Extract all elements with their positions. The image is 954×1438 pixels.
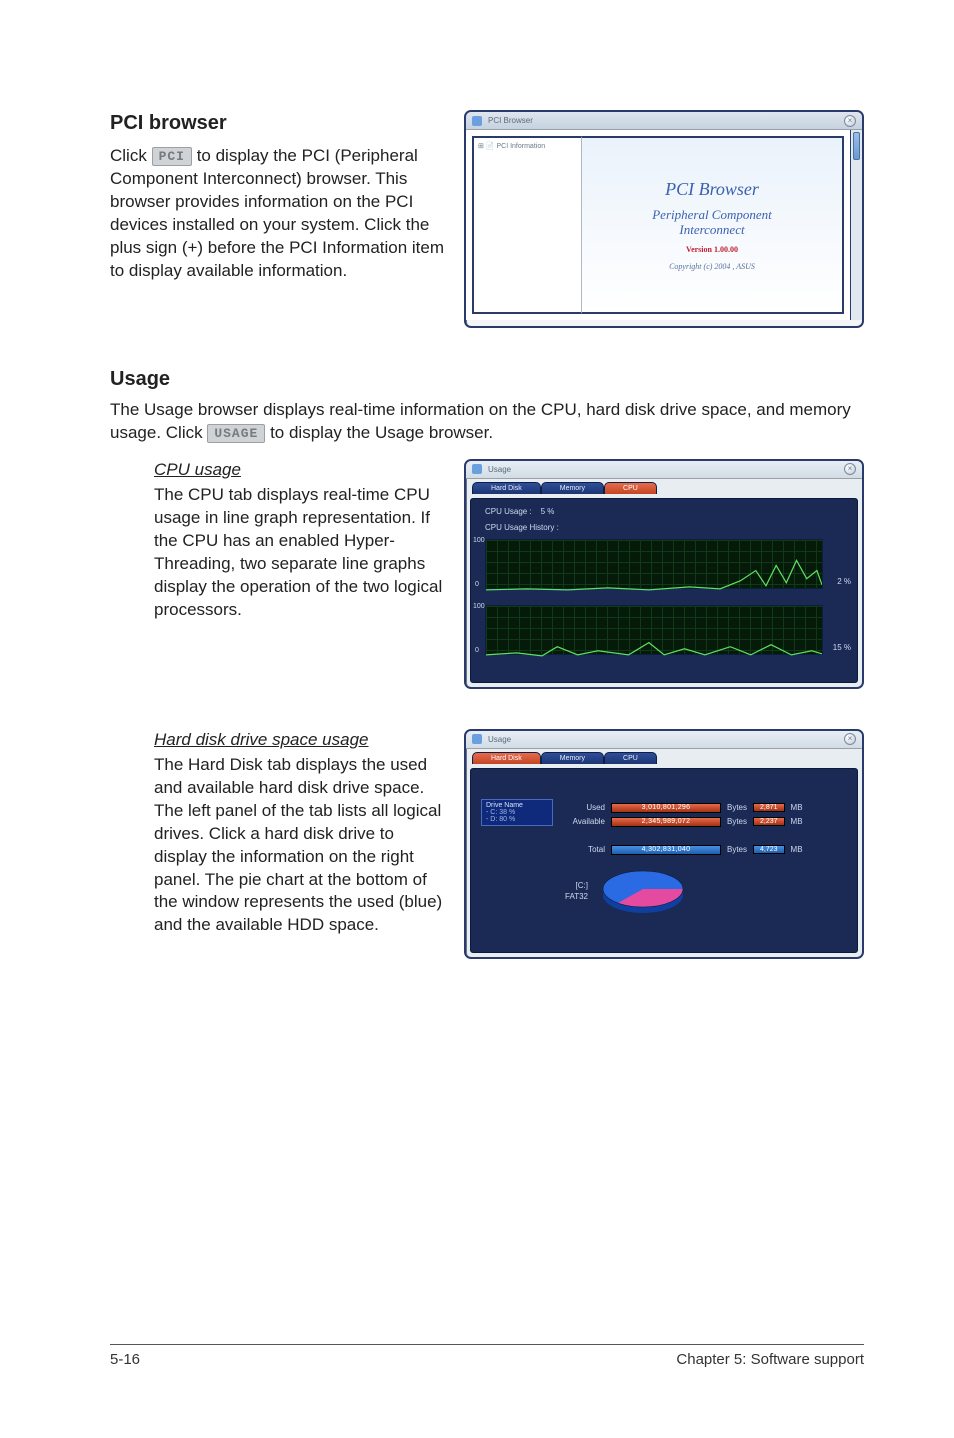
usage-para-post: to display the Usage browser. [270, 423, 493, 442]
drive-d[interactable]: - D: 80 % [486, 816, 548, 823]
window-dots [466, 957, 862, 959]
app-icon [472, 464, 482, 474]
drive-header: Drive Name [486, 802, 548, 809]
used-label: Used [565, 803, 605, 812]
cpu-pct-2: 15 % [833, 643, 851, 652]
hdd-subheading: Hard disk drive space usage [154, 729, 446, 752]
app-icon [472, 734, 482, 744]
cpu-usage-label: CPU Usage : 5 % [485, 507, 554, 516]
pie-labels: [C:] FAT32 [565, 880, 588, 902]
total-tag: 4,723 [753, 845, 785, 854]
total-unit: Bytes [727, 845, 747, 854]
close-icon[interactable]: × [844, 733, 856, 745]
total-bar: 4,302,831,040 [611, 845, 721, 855]
cpu-pct-1: 2 % [837, 577, 851, 586]
pie-row: [C:] FAT32 [565, 863, 845, 919]
row-used: Used 3,010,801,296 Bytes 2,871 MB [565, 803, 845, 813]
close-icon[interactable]: × [844, 115, 856, 127]
avail-tag: 2,237 [753, 817, 785, 826]
pci-main-panel: PCI Browser Peripheral Component Interco… [582, 136, 844, 314]
tab-harddisk[interactable]: Hard Disk [472, 752, 541, 764]
page-number: 5-16 [110, 1351, 140, 1368]
drive-chip[interactable]: Drive Name - C: 38 % - D: 80 % [481, 799, 553, 826]
usage-paragraph: The Usage browser displays real-time inf… [110, 399, 864, 445]
used-tag: 2,871 [753, 803, 785, 812]
drive-list: Drive Name - C: 38 % - D: 80 % [481, 799, 553, 952]
usage-heading: Usage [110, 368, 864, 391]
cpu-window-title: Usage [488, 465, 511, 474]
pci-main-subtitle: Peripheral Component Interconnect [652, 208, 772, 237]
cpu-window-titlebar: Usage × [466, 461, 862, 479]
pci-scrollbar[interactable] [850, 130, 862, 320]
drive-c[interactable]: - C: 38 % [486, 809, 548, 816]
avail-tag-unit: MB [791, 817, 803, 826]
window-dots [466, 687, 862, 689]
hdd-paragraph: The Hard Disk tab displays the used and … [154, 754, 446, 938]
used-unit: Bytes [727, 803, 747, 812]
hdd-tabs: Hard Disk Memory CPU [472, 748, 862, 764]
close-icon[interactable]: × [844, 463, 856, 475]
pci-window-title: PCI Browser [488, 116, 533, 125]
cpu-y100-2: 100 [473, 603, 485, 610]
tab-memory[interactable]: Memory [541, 482, 604, 494]
pci-heading: PCI browser [110, 110, 446, 137]
tab-cpu[interactable]: CPU [604, 482, 657, 494]
pci-main-title: PCI Browser [665, 179, 759, 200]
pci-browser-window: PCI Browser × ⊞ 📄 PCI Information PCI Br… [464, 110, 864, 328]
pci-window-titlebar: PCI Browser × [466, 112, 862, 130]
row-available: Available 2,345,989,072 Bytes 2,237 MB [565, 817, 845, 827]
pie-fs-label: FAT32 [565, 891, 588, 902]
cpu-subheading: CPU usage [154, 459, 446, 482]
hdd-body: Drive Name - C: 38 % - D: 80 % Used 3,01… [470, 768, 858, 953]
pci-para-post: to display the PCI (Peripheral Component… [110, 146, 444, 280]
cpu-graph-2 [485, 605, 823, 655]
tab-cpu[interactable]: CPU [604, 752, 657, 764]
tab-harddisk[interactable]: Hard Disk [472, 482, 541, 494]
pci-chip-button[interactable]: PCI [152, 147, 192, 167]
hdd-right-panel: Used 3,010,801,296 Bytes 2,871 MB Availa… [553, 769, 857, 952]
pci-copyright: Copyright (c) 2004 , ASUS [669, 262, 755, 271]
app-icon [472, 116, 482, 126]
avail-unit: Bytes [727, 817, 747, 826]
cpu-history-label: CPU Usage History : [485, 523, 559, 532]
pci-paragraph: Click PCI to display the PCI (Peripheral… [110, 145, 446, 283]
cpu-y0-1: 0 [475, 581, 479, 588]
cpu-line-1 [486, 540, 822, 591]
cpu-body: CPU Usage : 5 % CPU Usage History : 100 … [470, 498, 858, 683]
pci-tree-panel[interactable]: ⊞ 📄 PCI Information [472, 136, 582, 314]
pci-para-pre: Click [110, 146, 152, 165]
cpu-usage-window: Usage × Hard Disk Memory CPU CPU Usage :… [464, 459, 864, 689]
cpu-tabs: Hard Disk Memory CPU [472, 478, 862, 494]
cpu-line-2 [486, 606, 822, 657]
hdd-window-titlebar: Usage × [466, 731, 862, 749]
usage-chip-button[interactable]: USAGE [207, 424, 265, 444]
avail-bar: 2,345,989,072 [611, 817, 721, 827]
pie-drive-label: [C:] [565, 880, 588, 891]
pie-chart-icon [598, 863, 688, 919]
chapter-label: Chapter 5: Software support [676, 1351, 864, 1368]
page-footer: 5-16 Chapter 5: Software support [110, 1344, 864, 1368]
tab-memory[interactable]: Memory [541, 752, 604, 764]
used-tag-unit: MB [791, 803, 803, 812]
pci-version: Version 1.00.00 [686, 245, 738, 254]
cpu-y0-2: 0 [475, 647, 479, 654]
total-tag-unit: MB [791, 845, 803, 854]
cpu-graph-1 [485, 539, 823, 589]
pci-tree-root[interactable]: ⊞ 📄 PCI Information [478, 143, 545, 150]
hdd-window-title: Usage [488, 735, 511, 744]
avail-label: Available [565, 817, 605, 826]
cpu-y100-1: 100 [473, 537, 485, 544]
total-label: Total [565, 845, 605, 854]
hdd-usage-window: Usage × Hard Disk Memory CPU Drive Name … [464, 729, 864, 959]
used-bar: 3,010,801,296 [611, 803, 721, 813]
row-total: Total 4,302,831,040 Bytes 4,723 MB [565, 845, 845, 855]
cpu-usage-value: 5 % [541, 507, 555, 516]
cpu-paragraph: The CPU tab displays real-time CPU usage… [154, 484, 446, 622]
